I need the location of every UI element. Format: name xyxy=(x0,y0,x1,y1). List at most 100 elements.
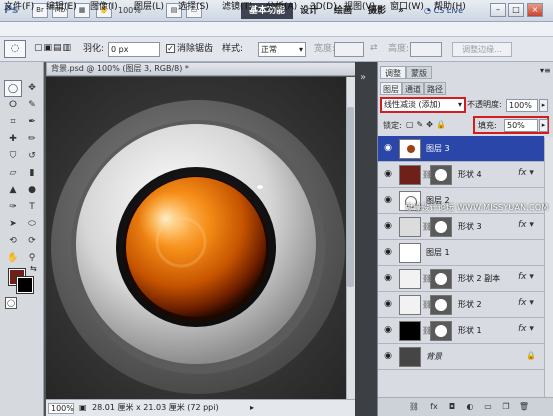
visibility-eye-icon[interactable]: ◉ xyxy=(382,143,394,153)
visibility-eye-icon[interactable]: ◉ xyxy=(382,169,394,179)
opacity-slider-arrow[interactable]: ▸ xyxy=(539,99,548,112)
delete-layer-icon[interactable]: 🗑 xyxy=(518,402,530,412)
selection-mode-icons[interactable]: ▢▣▤▥ xyxy=(34,43,72,53)
fx-icon[interactable]: fx ▾ xyxy=(518,272,534,282)
menu-layer[interactable]: 图层(L) xyxy=(134,1,164,14)
clone-stamp-tool[interactable]: ⛉ xyxy=(4,148,22,165)
swap-dimensions-icon[interactable]: ⇄ xyxy=(370,43,378,53)
visibility-eye-icon[interactable]: ◉ xyxy=(382,273,394,283)
type-tool[interactable]: T xyxy=(23,199,41,216)
menu-3d[interactable]: 3D(D) xyxy=(310,1,337,14)
ellipse-shape-tool[interactable]: ⬭ xyxy=(23,216,41,233)
layer-row-shape2[interactable]: ◉ ⛓ 形状 2 fx ▾ xyxy=(378,292,544,318)
status-info-icon[interactable]: ▣ xyxy=(79,403,87,412)
brush-tool[interactable]: ✏ xyxy=(23,131,41,148)
fill-input[interactable]: 50% xyxy=(504,119,538,132)
layer-row-shape4[interactable]: ◉ ⛓ 形状 4 fx ▾ xyxy=(378,162,544,188)
quick-selection-tool[interactable]: ✎ xyxy=(23,97,41,114)
menu-filter[interactable]: 滤镜(T) xyxy=(222,1,253,14)
eraser-tool[interactable]: ▱ xyxy=(4,165,22,182)
swap-colors-icon[interactable]: ⇆ xyxy=(30,264,37,273)
style-label: 样式: xyxy=(222,44,244,54)
antialias-checkbox[interactable]: ✓ xyxy=(166,44,175,53)
panel-dock-strip xyxy=(355,62,377,416)
fx-icon[interactable]: fx ▾ xyxy=(518,298,534,308)
minimize-button[interactable]: – xyxy=(490,3,506,17)
width-input[interactable] xyxy=(334,42,364,57)
canvas-scroll-thumb[interactable] xyxy=(347,107,354,287)
tab-layers[interactable]: 图层 xyxy=(380,82,402,95)
eyedropper-tool[interactable]: ✒ xyxy=(23,114,41,131)
path-selection-tool[interactable]: ➤ xyxy=(4,216,22,233)
opacity-input[interactable]: 100% xyxy=(506,99,538,112)
style-select[interactable]: 正常 ▾ xyxy=(258,42,306,57)
fx-icon[interactable]: fx ▾ xyxy=(518,168,534,178)
menu-file[interactable]: 文件(F) xyxy=(4,1,34,14)
visibility-eye-icon[interactable]: ◉ xyxy=(382,325,394,335)
lasso-tool[interactable]: ⵔ xyxy=(4,97,22,114)
document-canvas[interactable] xyxy=(46,77,346,399)
panel-menu-icon[interactable]: ▾≡ xyxy=(540,66,551,75)
pen-tool[interactable]: ✑ xyxy=(4,199,22,216)
adjustment-layer-icon[interactable]: ◐ xyxy=(464,402,476,412)
new-layer-icon[interactable]: ❐ xyxy=(500,402,512,412)
layer-row-shape3[interactable]: ◉ ⛓ 形状 3 fx ▾ xyxy=(378,214,544,240)
tab-masks[interactable]: 蒙版 xyxy=(406,66,432,79)
fill-slider-arrow[interactable]: ▸ xyxy=(539,119,548,132)
visibility-eye-icon[interactable]: ◉ xyxy=(382,195,394,205)
menu-edit[interactable]: 编辑(E) xyxy=(46,1,77,14)
tab-channels[interactable]: 通道 xyxy=(402,82,424,95)
history-brush-tool[interactable]: ↺ xyxy=(23,148,41,165)
feather-input[interactable]: 0 px xyxy=(108,42,160,57)
hand-tool[interactable]: ✋ xyxy=(4,250,22,267)
background-color-swatch[interactable] xyxy=(16,276,34,294)
crop-tool[interactable]: ⌗ xyxy=(4,114,22,131)
fx-icon[interactable]: fx ▾ xyxy=(518,324,534,334)
visibility-eye-icon[interactable]: ◉ xyxy=(382,299,394,309)
document-tab[interactable]: 背景.psd @ 100% (图层 3, RGB/8) *× xyxy=(46,62,376,76)
gradient-tool[interactable]: ▮ xyxy=(23,165,41,182)
add-mask-icon[interactable]: ◘ xyxy=(446,402,458,412)
link-layers-icon[interactable]: ⛓ xyxy=(408,402,420,412)
status-menu-arrow-icon[interactable]: ▸ xyxy=(250,403,254,412)
height-input[interactable] xyxy=(410,42,442,57)
3d-rotate-tool[interactable]: ⟲ xyxy=(4,233,22,250)
lock-icons[interactable]: ▢✎✥🔒 xyxy=(406,120,449,129)
new-group-icon[interactable]: ▭ xyxy=(482,402,494,412)
layer-row-background[interactable]: ◉ 背景 🔒 xyxy=(378,344,544,370)
elliptical-marquee-tool[interactable]: ◯ xyxy=(4,80,22,97)
3d-orbit-tool[interactable]: ⟳ xyxy=(23,233,41,250)
layer-row-shape1[interactable]: ◉ ⛓ 形状 1 fx ▾ xyxy=(378,318,544,344)
menu-analysis[interactable]: 分析(A) xyxy=(266,1,297,14)
maximize-button[interactable]: □ xyxy=(508,3,524,17)
menu-window[interactable]: 窗口(W) xyxy=(390,1,424,14)
fx-icon[interactable]: fx ▾ xyxy=(518,220,534,230)
move-tool[interactable]: ✥ xyxy=(23,80,41,97)
quick-mask-icon[interactable]: ◯ xyxy=(5,297,17,309)
healing-brush-tool[interactable]: ✚ xyxy=(4,131,22,148)
close-button[interactable]: × xyxy=(527,3,543,17)
visibility-eye-icon[interactable]: ◉ xyxy=(382,351,394,361)
layer-thumbnail xyxy=(399,243,421,263)
blur-tool[interactable]: ▲ xyxy=(4,182,22,199)
blend-mode-select[interactable]: 线性减淡 (添加) ▾ xyxy=(380,97,466,113)
menu-image[interactable]: 图像(I) xyxy=(90,1,118,14)
collapse-panels-icon[interactable]: » xyxy=(360,72,366,83)
visibility-eye-icon[interactable]: ◉ xyxy=(382,247,394,257)
tab-adjustments[interactable]: 调整 xyxy=(380,66,406,79)
vector-mask-thumbnail xyxy=(430,217,452,237)
tab-paths[interactable]: 路径 xyxy=(424,82,446,95)
tool-preset-picker[interactable]: ◌ xyxy=(4,40,26,58)
menu-select[interactable]: 选择(S) xyxy=(178,1,209,14)
dodge-tool[interactable]: ● xyxy=(23,182,41,199)
layer-row-layer3[interactable]: ◉ 图层 3 xyxy=(378,136,544,162)
visibility-eye-icon[interactable]: ◉ xyxy=(382,221,394,231)
add-layer-style-icon[interactable]: fx xyxy=(428,402,440,412)
status-zoom-field[interactable]: 100% xyxy=(48,403,74,414)
layers-scrollbar[interactable] xyxy=(544,137,553,397)
menu-help[interactable]: 帮助(H) xyxy=(434,1,466,14)
layer-row-shape2-copy[interactable]: ◉ ⛓ 形状 2 副本 fx ▾ xyxy=(378,266,544,292)
layer-row-layer1[interactable]: ◉ 图层 1 xyxy=(378,240,544,266)
refine-edge-button[interactable]: 调整边缘... xyxy=(452,42,512,57)
menu-view[interactable]: 视图(V) xyxy=(344,1,375,14)
